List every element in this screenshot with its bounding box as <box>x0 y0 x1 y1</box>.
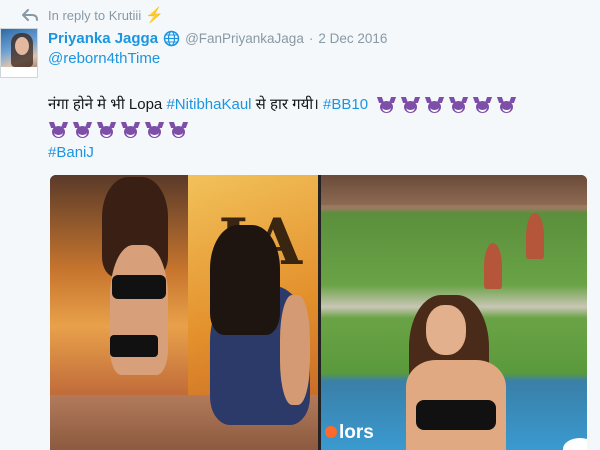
purple-imp-icon <box>425 96 445 114</box>
purple-imp-icon <box>449 96 469 114</box>
author-handle[interactable]: @FanPriyankaJaga <box>185 31 304 46</box>
purple-imp-icon <box>377 96 397 114</box>
tweet-card: In reply to Krutiii ⚡ Priyanka Jagga @Fa… <box>0 0 600 450</box>
emoji-row-2 <box>48 121 189 139</box>
text-segment: से हार गयी। <box>251 96 324 113</box>
reply-mention[interactable]: @reborn4thTime <box>48 50 160 67</box>
hashtag-banij[interactable]: #BaniJ <box>48 144 94 161</box>
purple-imp-icon <box>120 121 141 139</box>
hashtag-nitibhakaul[interactable]: #NitibhaKaul <box>166 96 251 113</box>
lightning-icon: ⚡ <box>145 7 164 24</box>
author-name[interactable]: Priyanka Jagga <box>48 30 158 47</box>
emoji-row-1 <box>377 96 517 114</box>
tweet-date[interactable]: 2 Dec 2016 <box>318 31 387 46</box>
purple-imp-icon <box>473 96 493 114</box>
purple-imp-icon <box>168 121 189 139</box>
purple-imp-icon <box>72 121 93 139</box>
reply-arrow-icon <box>22 8 38 21</box>
reply-label[interactable]: In reply to Krutiii <box>48 8 141 23</box>
text-segment: नंगा होने मे भी Lopa <box>48 96 167 113</box>
tweet-text: नंगा होने मे भी Lopa #NitibhaKaul से हार… <box>48 92 593 142</box>
avatar[interactable] <box>0 28 38 78</box>
reply-context[interactable]: In reply to Krutiii ⚡ <box>22 6 164 24</box>
purple-imp-icon <box>497 96 517 114</box>
purple-imp-icon <box>401 96 421 114</box>
photo-left[interactable]: IA <box>50 175 318 450</box>
purple-imp-icon <box>96 121 117 139</box>
purple-imp-icon <box>48 121 69 139</box>
photo-right[interactable]: lors <box>321 175 587 450</box>
tweet-media[interactable]: IA lors <box>50 175 587 450</box>
globe-icon <box>163 30 180 46</box>
channel-logo-icon <box>325 426 337 438</box>
separator: · <box>308 30 314 46</box>
hashtag-bb10[interactable]: #BB10 <box>323 96 368 113</box>
purple-imp-icon <box>144 121 165 139</box>
tweet-header: Priyanka Jagga @FanPriyankaJaga · 2 Dec … <box>48 28 387 48</box>
channel-watermark: lors <box>325 422 374 444</box>
